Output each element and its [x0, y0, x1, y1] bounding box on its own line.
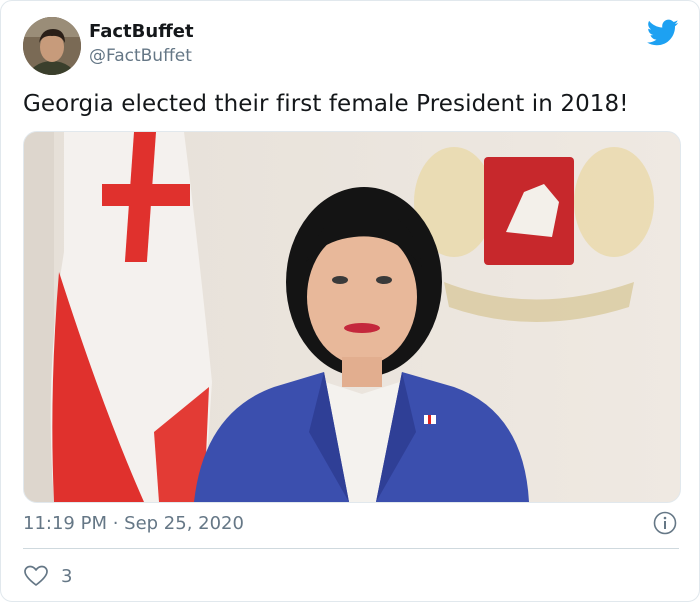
author-handle[interactable]: @FactBuffet: [89, 46, 192, 66]
divider: [23, 548, 679, 549]
like-count: 3: [61, 566, 73, 587]
photo-president-icon: [24, 132, 680, 502]
tweet-card: FactBuffet @FactBuffet Georgia elected t…: [0, 0, 700, 602]
avatar-photo-icon: [23, 17, 81, 75]
tweet-photo[interactable]: [23, 131, 681, 503]
twitter-bird-icon[interactable]: [646, 19, 679, 47]
author-avatar[interactable]: [23, 17, 81, 75]
tweet-text: Georgia elected their first female Presi…: [23, 91, 629, 117]
info-icon[interactable]: [653, 511, 677, 535]
author-display-name[interactable]: FactBuffet: [89, 21, 194, 42]
heart-icon[interactable]: [23, 564, 49, 588]
tweet-timestamp[interactable]: 11:19 PM · Sep 25, 2020: [23, 513, 244, 534]
